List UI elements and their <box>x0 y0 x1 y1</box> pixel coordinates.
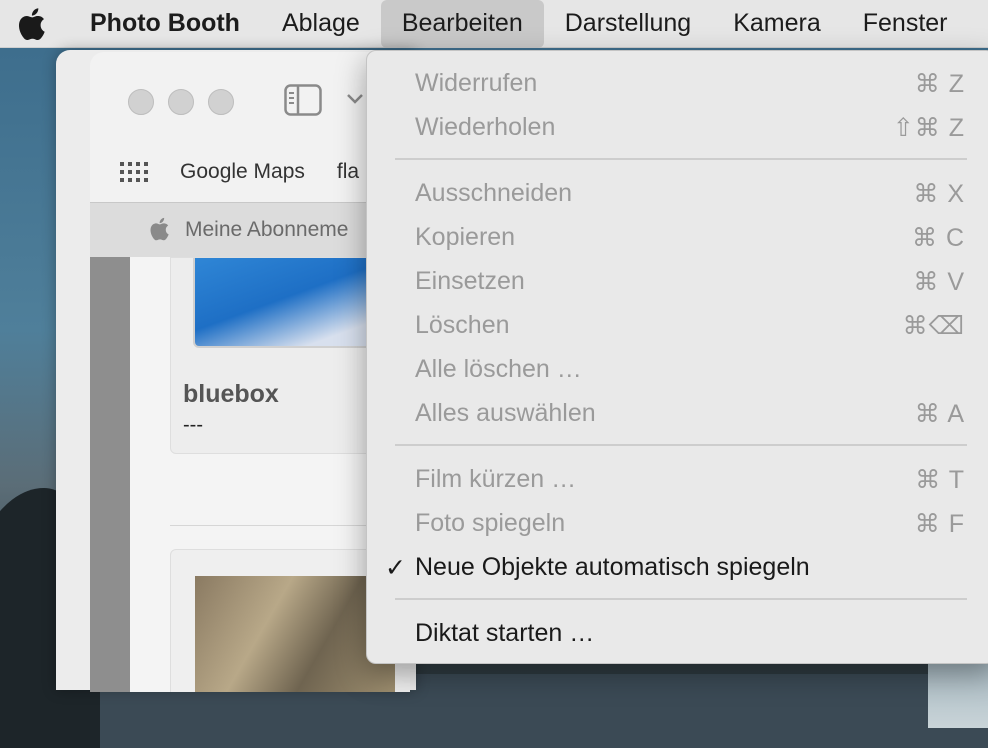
page-content: bluebox --- <box>90 257 410 692</box>
menu-item-label: Widerrufen <box>415 69 538 97</box>
menu-item-label: Löschen <box>415 311 510 339</box>
menu-item-film-kuerzen[interactable]: Film kürzen … ⌘ T <box>367 458 988 502</box>
browser-window: Google Maps fla Meine Abonneme bluebox -… <box>90 52 410 692</box>
menu-item-label: Neue Objekte automatisch spiegeln <box>415 553 810 581</box>
bookmark-google-maps[interactable]: Google Maps <box>180 160 305 184</box>
apple-favicon-icon <box>150 217 169 241</box>
menu-bearbeiten[interactable]: Bearbeiten <box>380 0 544 48</box>
menu-item-label: Einsetzen <box>415 267 525 295</box>
menu-item-shortcut: ⌘ C <box>912 224 965 252</box>
checkmark-icon: ✓ <box>385 554 406 582</box>
menu-item-alles-auswaehlen[interactable]: Alles auswählen ⌘ A <box>367 392 988 436</box>
menu-fenster[interactable]: Fenster <box>842 0 969 48</box>
menu-item-shortcut: ⌘ A <box>914 400 965 428</box>
minimize-window-button[interactable] <box>168 89 194 115</box>
tab-bar: Meine Abonneme <box>90 202 410 258</box>
menu-item-shortcut: ⌘ X <box>913 180 965 208</box>
menu-item-shortcut: ⌘⌫ <box>902 312 965 340</box>
apps-grid-icon[interactable] <box>120 162 148 182</box>
menu-item-label: Alle löschen … <box>415 355 582 383</box>
photo-thumbnail <box>195 576 395 692</box>
edit-menu-dropdown: Widerrufen ⌘ Z Wiederholen ⇧⌘ Z Ausschne… <box>366 50 988 664</box>
menu-item-einsetzen[interactable]: Einsetzen ⌘ V <box>367 260 988 304</box>
bookmarks-bar: Google Maps fla <box>90 152 410 192</box>
content-left-panel <box>90 257 130 692</box>
menu-item-label: Alles auswählen <box>415 399 596 427</box>
menu-separator <box>395 598 967 600</box>
menu-item-label: Film kürzen … <box>415 465 577 493</box>
menu-item-neue-objekte-spiegeln[interactable]: ✓ Neue Objekte automatisch spiegeln <box>367 546 988 590</box>
card-subtitle: --- <box>183 414 203 436</box>
menu-item-label: Ausschneiden <box>415 179 573 207</box>
menu-ablage[interactable]: Ablage <box>261 0 381 48</box>
menu-item-label: Foto spiegeln <box>415 509 566 537</box>
menu-item-shortcut: ⇧⌘ Z <box>892 114 965 142</box>
menu-item-shortcut: ⌘ F <box>914 510 965 538</box>
menu-item-shortcut: ⌘ V <box>913 268 965 296</box>
menu-item-shortcut: ⌘ Z <box>914 70 965 98</box>
sidebar-toggle-icon[interactable] <box>284 84 322 116</box>
menu-separator <box>395 444 967 446</box>
chevron-down-icon[interactable] <box>346 90 364 108</box>
menu-item-foto-spiegeln[interactable]: Foto spiegeln ⌘ F <box>367 502 988 546</box>
menu-item-kopieren[interactable]: Kopieren ⌘ C <box>367 216 988 260</box>
zoom-window-button[interactable] <box>208 89 234 115</box>
menu-item-shortcut: ⌘ T <box>915 466 965 494</box>
menu-item-ausschneiden[interactable]: Ausschneiden ⌘ X <box>367 172 988 216</box>
bookmark-fla[interactable]: fla <box>337 160 359 184</box>
apple-logo-icon[interactable] <box>16 7 46 41</box>
window-titlebar <box>90 52 410 148</box>
menu-item-label: Wiederholen <box>415 113 556 141</box>
menu-item-label: Diktat starten … <box>415 619 595 647</box>
menu-app-name[interactable]: Photo Booth <box>74 0 261 48</box>
menu-bar: Photo Booth Ablage Bearbeiten Darstellun… <box>0 0 988 48</box>
menu-separator <box>395 158 967 160</box>
menu-item-label: Kopieren <box>415 223 516 251</box>
menu-darstellung[interactable]: Darstellung <box>544 0 712 48</box>
close-window-button[interactable] <box>128 89 154 115</box>
menu-item-wiederholen[interactable]: Wiederholen ⇧⌘ Z <box>367 106 988 150</box>
menu-item-widerrufen[interactable]: Widerrufen ⌘ Z <box>367 62 988 106</box>
menu-kamera[interactable]: Kamera <box>712 0 842 48</box>
menu-item-diktat-starten[interactable]: Diktat starten … <box>367 612 988 656</box>
menu-item-loeschen[interactable]: Löschen ⌘⌫ <box>367 304 988 348</box>
card-title: bluebox <box>183 380 279 408</box>
tab-meine-abonnements[interactable]: Meine Abonneme <box>185 218 348 242</box>
menu-item-alle-loeschen[interactable]: Alle löschen … <box>367 348 988 392</box>
